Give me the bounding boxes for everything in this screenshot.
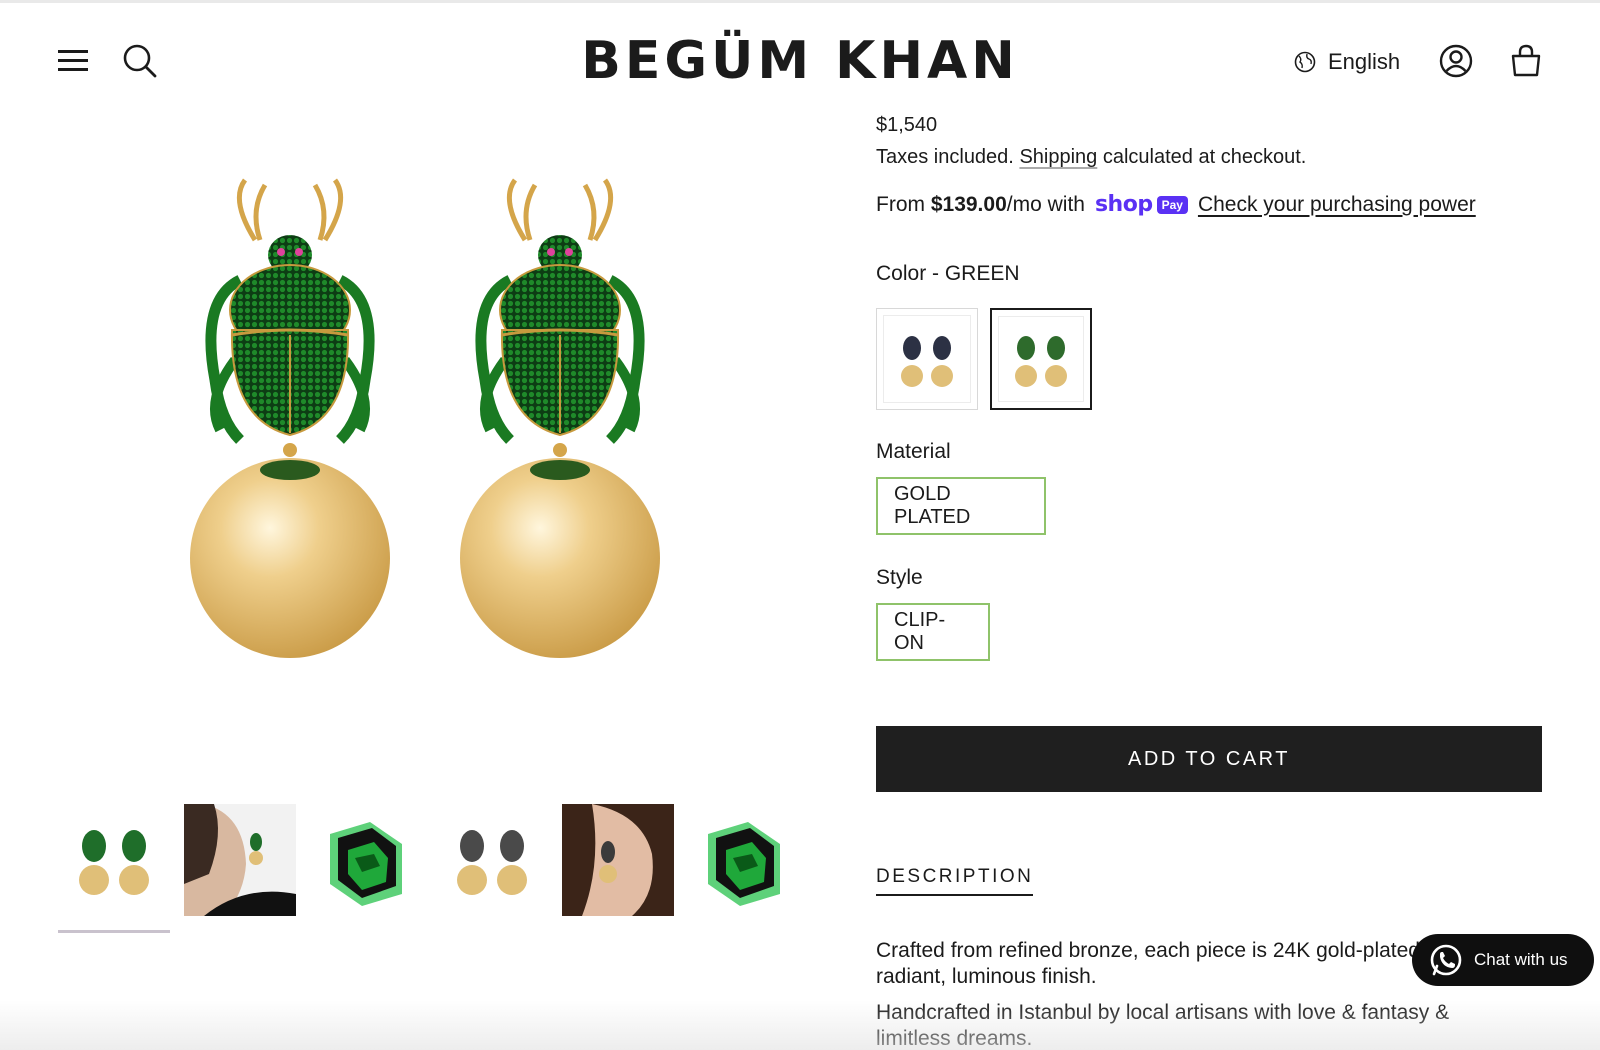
thumbnail-green-earrings[interactable]: [58, 804, 170, 916]
add-to-cart-button[interactable]: ADD TO CART: [876, 726, 1542, 792]
color-swatch-black[interactable]: [876, 308, 978, 410]
account-button[interactable]: [1438, 43, 1474, 79]
material-option-gold-plated[interactable]: GOLD PLATED: [876, 477, 1046, 535]
search-button[interactable]: [122, 43, 158, 79]
thumbnail-green-box[interactable]: [310, 804, 422, 916]
whatsapp-icon: [1430, 944, 1462, 976]
tax-note: Taxes included. Shipping calculated at c…: [876, 146, 1306, 169]
thumbnail-image: [184, 804, 296, 916]
thumbnail-image: [79, 830, 149, 895]
check-purchasing-power-link[interactable]: Check your purchasing power: [1198, 193, 1476, 217]
material-label: Material: [876, 440, 951, 463]
tax-suffix: calculated at checkout.: [1102, 146, 1307, 168]
cart-button[interactable]: [1508, 43, 1544, 79]
account-icon: [1439, 44, 1473, 78]
color-swatch-green[interactable]: [990, 308, 1092, 410]
thumbnail-image: [708, 822, 780, 906]
menu-icon-bar: [58, 68, 88, 71]
chat-widget-button[interactable]: Chat with us: [1412, 934, 1594, 986]
shopping-bag-icon: [1511, 44, 1541, 77]
thumbnail-image: [457, 830, 527, 895]
description-paragraph-2: Handcrafted in Istanbul by local artisan…: [876, 1001, 1450, 1050]
installment-suffix: /mo with: [1006, 192, 1085, 216]
shop-pay-word: shop: [1094, 192, 1153, 217]
chat-label: Chat with us: [1474, 950, 1568, 969]
language-selector[interactable]: English: [1294, 47, 1400, 77]
site-header: BEGÜM KHAN English: [0, 3, 1600, 103]
swatch-image: [901, 336, 953, 387]
swatch-image-frame: [998, 316, 1084, 402]
scarab-earrings-image: [190, 178, 660, 658]
thumbnail-image: [562, 804, 674, 916]
thumbnail-strip: [58, 804, 798, 934]
tax-prefix: Taxes included.: [876, 146, 1014, 168]
earring-right: [460, 178, 660, 658]
globe-icon: [1294, 51, 1316, 73]
active-thumbnail-indicator: [58, 930, 170, 933]
shop-pay-badge: Pay: [1156, 195, 1188, 214]
menu-button[interactable]: [58, 47, 88, 73]
menu-icon-bar: [58, 59, 88, 62]
language-label: English: [1328, 49, 1401, 74]
shop-pay-logo: shop Pay: [1095, 192, 1188, 217]
thumbnail-green-box-2[interactable]: [688, 804, 800, 916]
swatch-image: [1015, 336, 1067, 387]
thumbnail-black-earrings[interactable]: [436, 804, 548, 916]
description-paragraph-1: Crafted from refined bronze, each piece …: [876, 939, 1468, 988]
brand-logo[interactable]: BEGÜM KHAN: [540, 31, 1060, 91]
thumbnail-model-green[interactable]: [184, 804, 296, 916]
style-option-clip-on[interactable]: CLIP-ON: [876, 603, 990, 661]
installment-from: From: [876, 192, 925, 216]
tab-description[interactable]: DESCRIPTION: [876, 866, 1034, 896]
thumbnail-model-black[interactable]: [562, 804, 674, 916]
main-product-image[interactable]: [160, 160, 720, 680]
swatch-image-frame: [883, 315, 971, 403]
installment-amount: $139.00: [930, 192, 1007, 216]
product-price: $1,540: [876, 114, 938, 136]
color-label: Color - GREEN: [876, 262, 1020, 285]
shipping-link[interactable]: Shipping: [1019, 146, 1097, 168]
style-label: Style: [876, 566, 923, 589]
earring-left: [190, 178, 390, 658]
menu-icon: [58, 50, 88, 53]
search-icon: [123, 44, 157, 78]
thumbnail-image: [330, 822, 402, 906]
shop-pay-installments: From $139.00/mo with shop Pay Check your…: [876, 192, 1476, 217]
